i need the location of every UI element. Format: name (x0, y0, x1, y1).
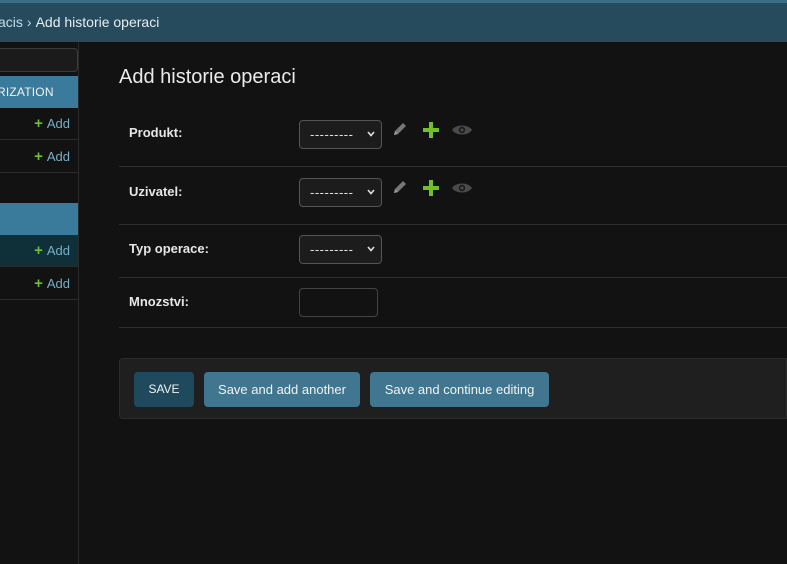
sidebar-add-link[interactable]: + Add (34, 275, 70, 292)
sidebar-row-active: + Add (0, 235, 78, 267)
produkt-select-value: --------- (310, 127, 354, 142)
sidebar-add-link[interactable]: + Add (34, 148, 70, 165)
save-and-add-another-button[interactable]: Save and add another (204, 372, 360, 407)
typ-operace-label: Typ operace: (129, 241, 209, 256)
typ-operace-select-value: --------- (310, 242, 354, 257)
form-row-typ-operace: Typ operace: --------- (119, 225, 787, 278)
plus-icon[interactable] (421, 120, 441, 140)
page-title: Add historie operaci (119, 66, 296, 88)
nav-filter-input[interactable] (0, 48, 78, 72)
plus-icon: + (34, 148, 43, 165)
mnozstvi-input[interactable] (299, 288, 378, 317)
form-row-uzivatel: Uzivatel: --------- (119, 167, 787, 225)
pencil-icon[interactable] (390, 120, 410, 140)
sidebar-module-caption[interactable]: RIZATION (0, 76, 78, 108)
eye-icon[interactable] (451, 178, 473, 198)
uzivatel-select[interactable]: --------- (299, 178, 382, 207)
save-and-continue-button[interactable]: Save and continue editing (370, 372, 549, 407)
produkt-select[interactable]: --------- (299, 120, 382, 149)
sidebar-add-link[interactable]: + Add (34, 242, 70, 259)
plus-icon: + (34, 115, 43, 132)
chevron-down-icon (367, 246, 375, 252)
breadcrumb-link-app[interactable]: acis (0, 14, 23, 30)
uzivatel-select-value: --------- (310, 185, 354, 200)
eye-icon[interactable] (451, 120, 473, 140)
pencil-icon[interactable] (390, 178, 410, 198)
form-row-mnozstvi: Mnozstvi: (119, 278, 787, 328)
typ-operace-select[interactable]: --------- (299, 235, 382, 264)
sidebar: RIZATION + Add + Add + Add + Add (0, 42, 79, 564)
plus-icon: + (34, 275, 43, 292)
plus-icon[interactable] (421, 178, 441, 198)
plus-icon: + (34, 242, 43, 259)
breadcrumb-separator: › (26, 14, 32, 30)
produkt-label: Produkt: (129, 125, 183, 140)
chevron-down-icon (367, 131, 375, 137)
chevron-down-icon (367, 189, 375, 195)
sidebar-row: + Add (0, 108, 78, 140)
sidebar-module-caption-2[interactable] (0, 203, 78, 235)
mnozstvi-label: Mnozstvi: (129, 294, 189, 309)
main-content: Add historie operaci Produkt: --------- … (80, 42, 787, 564)
submit-row: SAVE Save and add another Save and conti… (119, 358, 787, 419)
uzivatel-label: Uzivatel: (129, 184, 183, 199)
form-row-produkt: Produkt: --------- (119, 108, 787, 167)
breadcrumb-current: Add historie operaci (35, 14, 160, 30)
save-button[interactable]: SAVE (134, 372, 194, 407)
sidebar-add-link[interactable]: + Add (34, 115, 70, 132)
breadcrumb: acis › Add historie operaci (0, 3, 787, 42)
sidebar-row: + Add (0, 268, 78, 300)
sidebar-row: + Add (0, 141, 78, 173)
